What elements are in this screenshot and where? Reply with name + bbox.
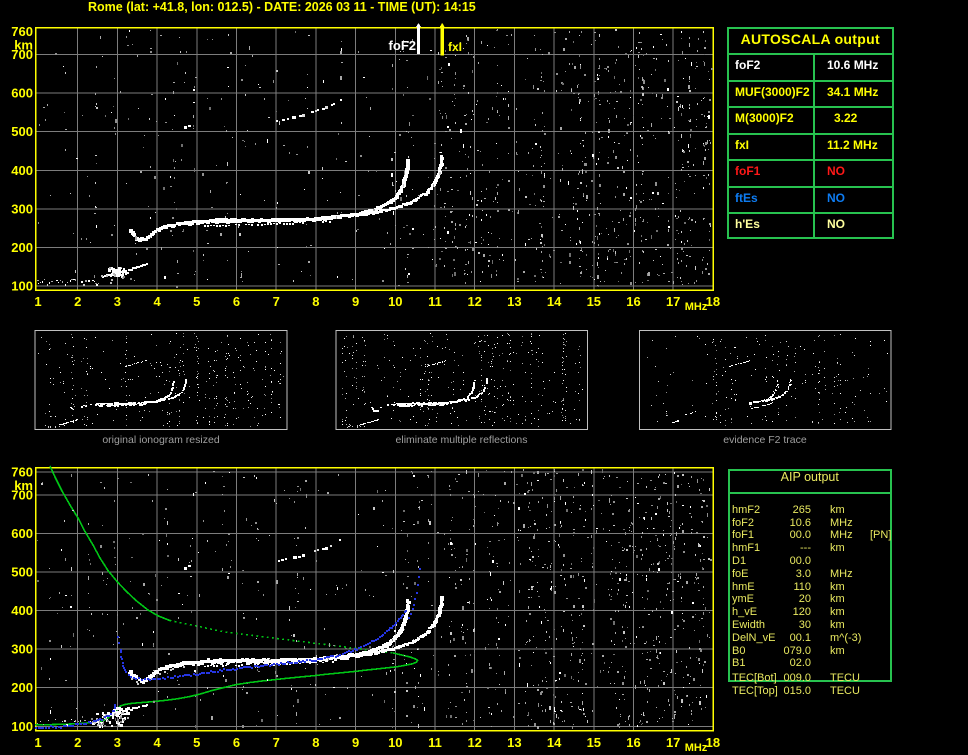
- svg-text:MHz: MHz: [685, 742, 708, 754]
- svg-text:11: 11: [428, 735, 442, 750]
- svg-text:12: 12: [467, 294, 481, 309]
- svg-text:9: 9: [352, 294, 359, 309]
- svg-text:100: 100: [11, 719, 33, 734]
- svg-text:16: 16: [626, 735, 640, 750]
- svg-text:13: 13: [507, 294, 521, 309]
- svg-text:14: 14: [547, 294, 562, 309]
- svg-text:14: 14: [547, 735, 562, 750]
- svg-text:fxI: fxI: [448, 40, 462, 54]
- svg-text:100: 100: [11, 279, 33, 294]
- svg-text:700: 700: [11, 47, 33, 62]
- svg-text:7: 7: [273, 735, 280, 750]
- svg-text:300: 300: [11, 642, 33, 657]
- svg-text:4: 4: [153, 294, 161, 309]
- svg-text:2: 2: [74, 735, 81, 750]
- svg-text:16: 16: [626, 294, 640, 309]
- svg-text:13: 13: [507, 735, 521, 750]
- svg-text:11: 11: [428, 294, 442, 309]
- svg-text:500: 500: [11, 124, 33, 139]
- svg-text:10: 10: [388, 294, 402, 309]
- svg-text:700: 700: [11, 487, 33, 502]
- svg-text:1: 1: [34, 294, 41, 309]
- svg-text:12: 12: [467, 735, 481, 750]
- svg-text:MHz: MHz: [685, 301, 708, 313]
- svg-text:18: 18: [706, 735, 720, 750]
- svg-text:400: 400: [11, 163, 33, 178]
- svg-text:5: 5: [193, 735, 200, 750]
- svg-text:18: 18: [706, 294, 720, 309]
- svg-text:200: 200: [11, 240, 33, 255]
- svg-text:8: 8: [312, 294, 319, 309]
- svg-text:300: 300: [11, 201, 33, 216]
- svg-text:3: 3: [114, 294, 121, 309]
- svg-text:17: 17: [666, 294, 680, 309]
- svg-text:17: 17: [666, 735, 680, 750]
- svg-text:9: 9: [352, 735, 359, 750]
- svg-text:foF2: foF2: [389, 38, 416, 53]
- svg-text:6: 6: [233, 735, 240, 750]
- svg-text:5: 5: [193, 294, 200, 309]
- svg-text:8: 8: [312, 735, 319, 750]
- svg-text:500: 500: [11, 565, 33, 580]
- svg-text:10: 10: [388, 735, 402, 750]
- svg-text:200: 200: [11, 680, 33, 695]
- svg-text:400: 400: [11, 603, 33, 618]
- svg-text:600: 600: [11, 526, 33, 541]
- svg-text:1: 1: [34, 735, 41, 750]
- svg-text:4: 4: [153, 735, 161, 750]
- svg-text:3: 3: [114, 735, 121, 750]
- svg-text:600: 600: [11, 86, 33, 101]
- svg-text:2: 2: [74, 294, 81, 309]
- svg-text:6: 6: [233, 294, 240, 309]
- svg-text:15: 15: [587, 735, 601, 750]
- svg-text:7: 7: [273, 294, 280, 309]
- svg-text:15: 15: [587, 294, 601, 309]
